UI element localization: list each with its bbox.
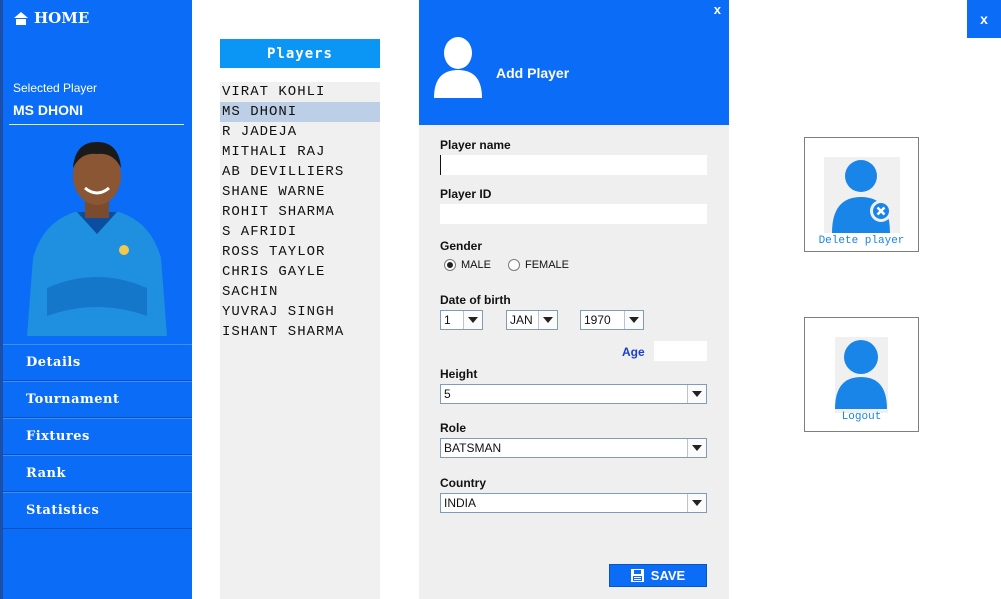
radio-unchecked-icon [508,259,520,271]
list-item[interactable]: VIRAT KOHLI [220,82,380,102]
logout-label: Logout [841,411,882,423]
menu-item-statistics[interactable]: Statistics [3,492,192,529]
dob-year-select[interactable]: 1970 [580,310,644,330]
save-label: SAVE [650,568,686,583]
chevron-down-icon [624,311,643,329]
window-close-button[interactable]: x [967,0,1001,38]
chevron-down-icon [687,439,706,457]
sidebar: HOME Selected Player MS DHONI Details To… [0,0,192,599]
menu-item-fixtures[interactable]: Fixtures [3,418,192,455]
dialog-header: x Add Player [419,0,729,125]
dob-month-value: JAN [510,313,533,327]
dialog-close-button[interactable]: x [714,2,721,17]
height-value: 5 [444,387,451,401]
role-select[interactable]: BATSMAN [440,438,707,458]
list-item[interactable]: CHRIS GAYLE [220,262,380,282]
save-button[interactable]: SAVE [609,564,707,587]
player-photo [27,142,167,336]
divider [9,124,184,125]
chevron-down-icon [687,494,706,512]
role-value: BATSMAN [444,441,502,455]
height-select[interactable]: 5 [440,384,707,404]
list-item[interactable]: ROSS TAYLOR [220,242,380,262]
country-label: Country [440,476,486,490]
role-label: Role [440,421,467,435]
dob-year-value: 1970 [584,313,611,327]
sidebar-menu: Details Tournament Fixtures Rank Statist… [3,344,192,529]
list-item[interactable]: SACHIN [220,282,380,302]
gender-label: Gender [440,239,483,253]
list-item[interactable]: YUVRAJ SINGH [220,302,380,322]
home-button[interactable]: HOME [14,9,89,27]
floppy-disk-icon [630,569,644,582]
players-header: Players [220,39,380,68]
list-item[interactable]: MITHALI RAJ [220,142,380,162]
chevron-down-icon [463,311,482,329]
age-label: Age [622,345,645,359]
dob-month-select[interactable]: JAN [506,310,558,330]
radio-checked-icon [444,259,456,271]
dob-day-select[interactable]: 1 [440,310,483,330]
logout-button[interactable]: Logout [804,317,919,432]
player-id-input[interactable] [440,204,707,224]
gender-female-radio[interactable]: FEMALE [508,259,569,271]
list-item[interactable]: SHANE WARNE [220,182,380,202]
country-value: INDIA [444,496,477,510]
add-player-dialog: x Add Player Player name Player ID Gende… [419,0,729,599]
list-item[interactable]: ROHIT SHARMA [220,202,380,222]
selected-player-label: Selected Player [13,81,98,95]
height-label: Height [440,367,478,381]
menu-item-details[interactable]: Details [3,344,192,381]
list-item[interactable]: R JADEJA [220,122,380,142]
icon-box [824,157,900,233]
user-icon [835,340,887,409]
menu-item-rank[interactable]: Rank [3,455,192,492]
country-select[interactable]: INDIA [440,493,707,513]
player-name-input[interactable] [440,155,707,175]
list-item[interactable]: ISHANT SHARMA [220,322,380,342]
player-name-label: Player name [440,138,511,152]
list-item[interactable]: AB DEVILLIERS [220,162,380,182]
list-item[interactable]: MS DHONI [220,102,380,122]
gender-male-radio[interactable]: MALE [444,259,491,271]
dob-label: Date of birth [440,293,511,307]
list-item[interactable]: S AFRIDI [220,222,380,242]
gender-female-label: FEMALE [525,259,570,271]
home-icon [14,11,28,25]
age-input[interactable] [654,341,707,361]
dob-day-value: 1 [444,313,451,327]
chevron-down-icon [538,311,557,329]
icon-box [835,337,888,413]
delete-player-label: Delete player [818,235,905,247]
home-label: HOME [34,9,90,27]
delete-user-icon [832,160,892,233]
user-avatar-icon [434,37,482,98]
delete-player-button[interactable]: Delete player [804,137,919,252]
chevron-down-icon [687,385,706,403]
player-id-label: Player ID [440,187,492,201]
dialog-title: Add Player [496,65,570,81]
gender-male-label: MALE [461,259,491,271]
selected-player-name: MS DHONI [13,102,83,118]
players-list[interactable]: VIRAT KOHLI MS DHONI R JADEJA MITHALI RA… [220,82,380,599]
menu-item-tournament[interactable]: Tournament [3,381,192,418]
